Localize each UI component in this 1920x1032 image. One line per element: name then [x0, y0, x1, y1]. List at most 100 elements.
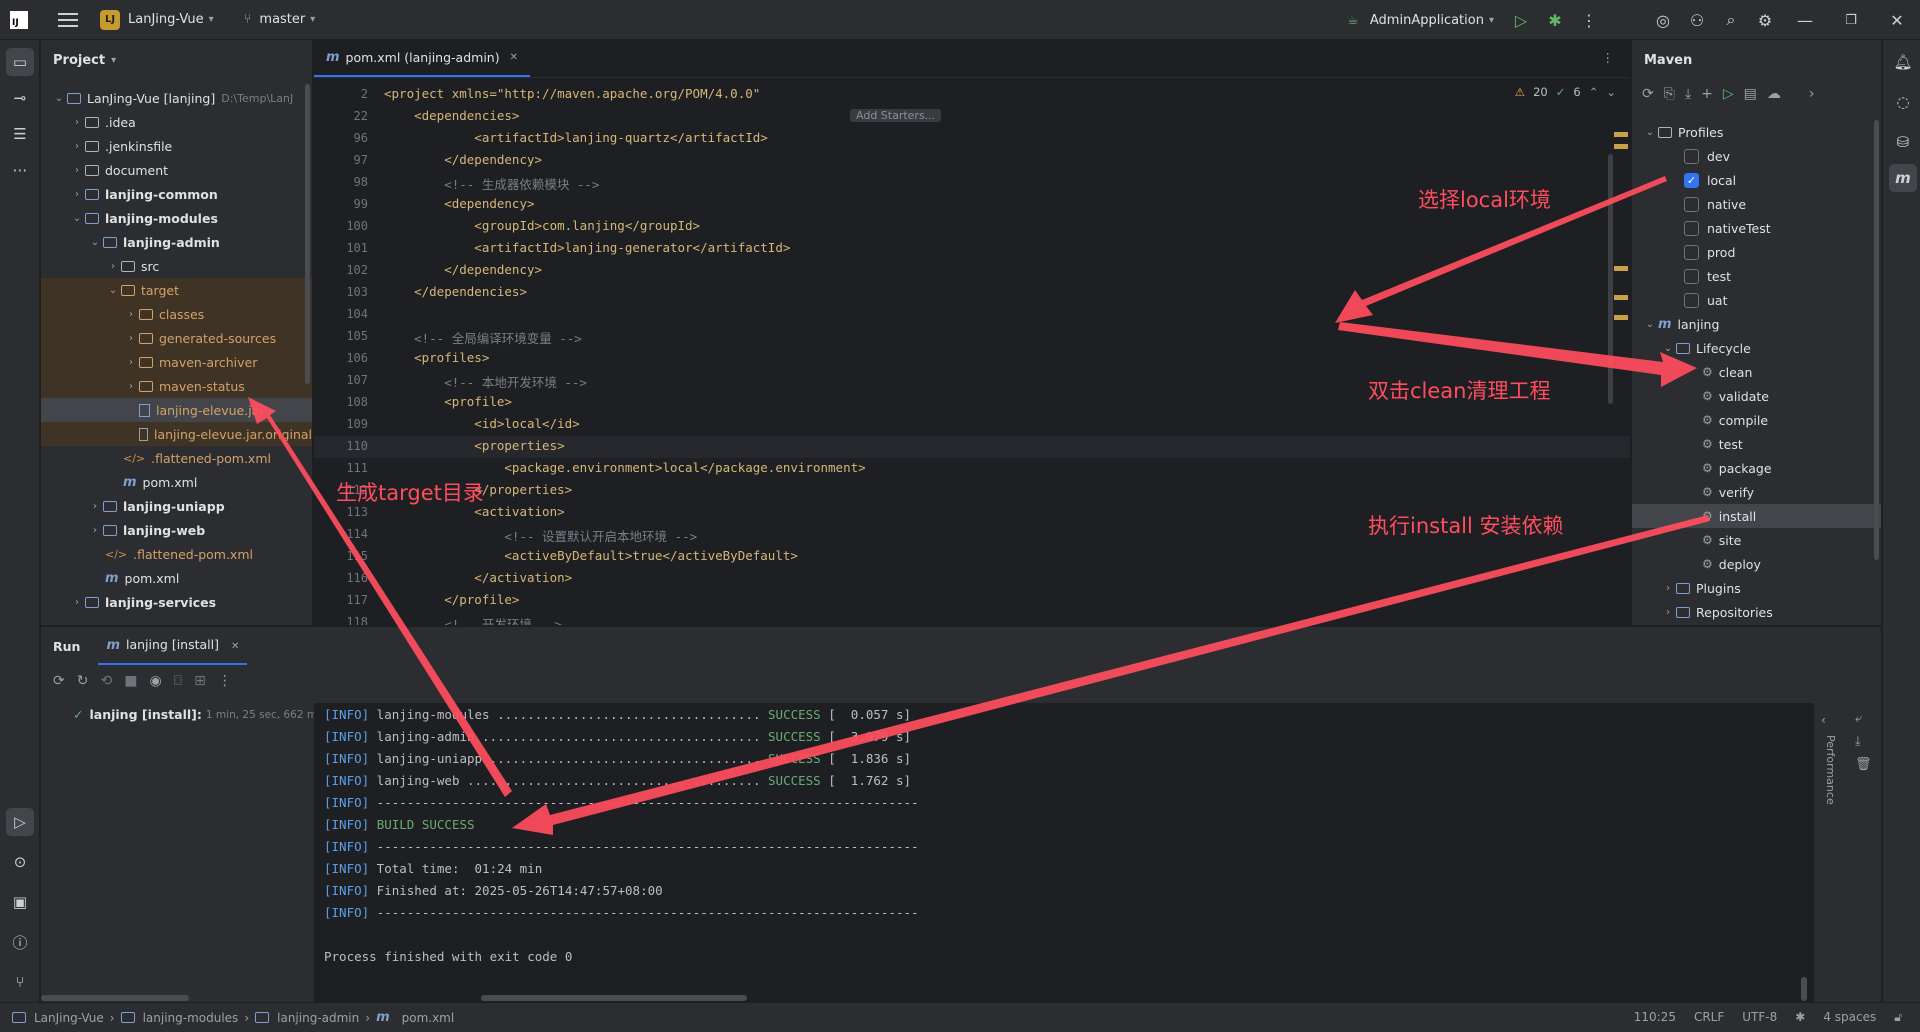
- breadcrumb-item[interactable]: pom.xml: [402, 1011, 455, 1025]
- scrollbar[interactable]: [1874, 120, 1879, 560]
- code-line[interactable]: <activation>: [384, 504, 564, 519]
- profile-native[interactable]: native: [1632, 192, 1881, 216]
- restore-icon[interactable]: ❐: [1828, 3, 1874, 37]
- soft-wrap-icon[interactable]: ⤶: [1855, 711, 1872, 726]
- chevron-down-icon[interactable]: ⌄: [1642, 127, 1658, 138]
- structure-icon[interactable]: ☰: [6, 120, 34, 148]
- terminal-icon[interactable]: ▣: [6, 888, 34, 916]
- code-line[interactable]: <activeByDefault>true</activeByDefault>: [384, 548, 798, 563]
- profile-checkbox[interactable]: [1684, 220, 1699, 236]
- close-tab-icon[interactable]: ✕: [510, 52, 518, 63]
- profile-local[interactable]: ✓ local: [1632, 168, 1881, 192]
- profile-checkbox[interactable]: [1684, 244, 1699, 260]
- more-tools-icon[interactable]: ⋯: [6, 156, 34, 184]
- maven-profiles-node[interactable]: ⌄ Profiles: [1632, 120, 1881, 144]
- inspection-widget[interactable]: ⚠ 20 ✓ 6 ⌃ ⌄: [1515, 85, 1616, 99]
- chevron-down-icon[interactable]: ⌄: [1606, 85, 1616, 99]
- tree-item-src[interactable]: › src: [41, 254, 312, 278]
- clear-icon[interactable]: 🗑︎: [1855, 757, 1872, 772]
- lifecycle-install[interactable]: ⚙ install: [1632, 504, 1881, 528]
- tree-item-maven-archiver[interactable]: › maven-archiver: [41, 350, 312, 374]
- main-menu-icon[interactable]: [58, 12, 78, 27]
- code-line[interactable]: <profile>: [384, 394, 512, 409]
- chevron-right-icon[interactable]: ›: [69, 141, 85, 152]
- line-separator[interactable]: CRLF: [1694, 1010, 1724, 1025]
- chevron-right-icon[interactable]: ›: [87, 501, 103, 512]
- warning-marker[interactable]: [1614, 132, 1628, 137]
- code-line[interactable]: <!-- 设置默认开启本地环境 -->: [384, 526, 697, 545]
- chevron-up-icon[interactable]: ⌃: [1589, 85, 1599, 99]
- tree-item-flattened-pom[interactable]: </> .flattened-pom.xml: [41, 542, 312, 566]
- tree-item-root[interactable]: ⌄ LanJing-Vue [lanjing] D:\Temp\LanJ: [41, 86, 312, 110]
- warning-marker[interactable]: [1614, 266, 1628, 271]
- settings-icon[interactable]: ⚙: [1748, 3, 1782, 37]
- profile-dev[interactable]: dev: [1632, 144, 1881, 168]
- lifecycle-clean[interactable]: ⚙ clean: [1632, 360, 1881, 384]
- tree-item-generated-sources[interactable]: › generated-sources: [41, 326, 312, 350]
- notifications-icon[interactable]: 🔔︎: [1889, 48, 1917, 76]
- chevron-right-icon[interactable]: ›: [1660, 583, 1676, 594]
- lifecycle-compile[interactable]: ⚙ compile: [1632, 408, 1881, 432]
- tab-pom-xml[interactable]: m pom.xml (lanjing-admin) ✕: [314, 40, 530, 77]
- run-tool-icon[interactable]: ▷: [6, 808, 34, 836]
- code-line[interactable]: <profiles>: [384, 350, 489, 365]
- close-tab-icon[interactable]: ✕: [231, 641, 239, 652]
- chevron-right-icon[interactable]: ›: [123, 381, 139, 392]
- code-line[interactable]: </profile>: [384, 592, 519, 607]
- chevron-down-icon[interactable]: ⌄: [87, 237, 103, 248]
- code-line[interactable]: </dependencies>: [384, 284, 527, 299]
- chevron-right-icon[interactable]: ›: [123, 333, 139, 344]
- file-encoding[interactable]: UTF-8: [1742, 1010, 1777, 1025]
- tree-item-pom[interactable]: m pom.xml: [41, 470, 312, 494]
- maven-project-node[interactable]: ⌄ m lanjing: [1632, 312, 1881, 336]
- view-icon[interactable]: ◉: [149, 673, 161, 689]
- code-line[interactable]: <!-- 开发环境 -->: [384, 614, 562, 625]
- code-line[interactable]: <!-- 全局编译环境变量 -->: [384, 328, 582, 347]
- chevron-right-icon[interactable]: ›: [69, 165, 85, 176]
- lifecycle-deploy[interactable]: ⚙ deploy: [1632, 552, 1881, 576]
- code-line[interactable]: <dependency>: [384, 196, 534, 211]
- tree-item-jenkinsfile[interactable]: › .jenkinsfile: [41, 134, 312, 158]
- chevron-down-icon[interactable]: ⌄: [1660, 343, 1676, 354]
- rerun-icon[interactable]: ⟳: [53, 673, 65, 689]
- lifecycle-validate[interactable]: ⚙ validate: [1632, 384, 1881, 408]
- offline-icon[interactable]: ☁: [1767, 86, 1781, 102]
- tree-item-idea[interactable]: › .idea: [41, 110, 312, 134]
- code-line[interactable]: <artifactId>lanjing-generator</artifactI…: [384, 240, 790, 255]
- scrollbar[interactable]: [481, 995, 747, 1001]
- export-icon[interactable]: ⊞: [194, 673, 206, 689]
- branch-switcher[interactable]: master: [259, 12, 305, 27]
- camera-icon[interactable]: ⌼: [174, 673, 182, 689]
- code-line[interactable]: <!-- 生成器依赖模块 -->: [384, 174, 599, 193]
- chevron-down-icon[interactable]: ⌄: [1642, 319, 1658, 330]
- scrollbar[interactable]: [305, 84, 310, 384]
- search-icon[interactable]: ⌕: [1714, 3, 1748, 37]
- chevron-down-icon[interactable]: ⌄: [69, 213, 85, 224]
- profile-test[interactable]: test: [1632, 264, 1881, 288]
- tree-item-lanjing-services[interactable]: › lanjing-services: [41, 590, 312, 614]
- toggle-offline-icon[interactable]: ⟲: [100, 673, 112, 689]
- profile-uat[interactable]: uat: [1632, 288, 1881, 312]
- stop-icon[interactable]: ■: [124, 673, 137, 689]
- code-line[interactable]: <id>local</id>: [384, 416, 579, 431]
- profile-checkbox[interactable]: ✓: [1684, 172, 1699, 188]
- chevron-right-icon[interactable]: ›: [69, 189, 85, 200]
- execute-goal-icon[interactable]: ▤: [1744, 86, 1757, 102]
- tree-item-classes[interactable]: › classes: [41, 302, 312, 326]
- code-line[interactable]: </activation>: [384, 570, 572, 585]
- chevron-right-icon[interactable]: ›: [69, 597, 85, 608]
- chevron-right-icon[interactable]: ›: [1660, 607, 1676, 618]
- profile-checkbox[interactable]: [1684, 196, 1699, 212]
- run-tree-item[interactable]: ✓ lanjing [install]: 1 min, 25 sec, 662 …: [73, 707, 323, 722]
- maven-repositories-node[interactable]: › Repositories: [1632, 600, 1881, 624]
- tree-item-flattened-pom[interactable]: </> .flattened-pom.xml: [41, 446, 312, 470]
- profile-nativeTest[interactable]: nativeTest: [1632, 216, 1881, 240]
- performance-label[interactable]: Performance: [1823, 735, 1837, 805]
- tree-item-maven-status[interactable]: › maven-status: [41, 374, 312, 398]
- code-line[interactable]: <!-- 本地开发环境 -->: [384, 372, 587, 391]
- close-icon[interactable]: ✕: [1874, 3, 1920, 37]
- lifecycle-site[interactable]: ⚙ site: [1632, 528, 1881, 552]
- chevron-right-icon[interactable]: ›: [87, 525, 103, 536]
- git-icon[interactable]: ⑂: [6, 968, 34, 996]
- profile-checkbox[interactable]: [1684, 148, 1699, 164]
